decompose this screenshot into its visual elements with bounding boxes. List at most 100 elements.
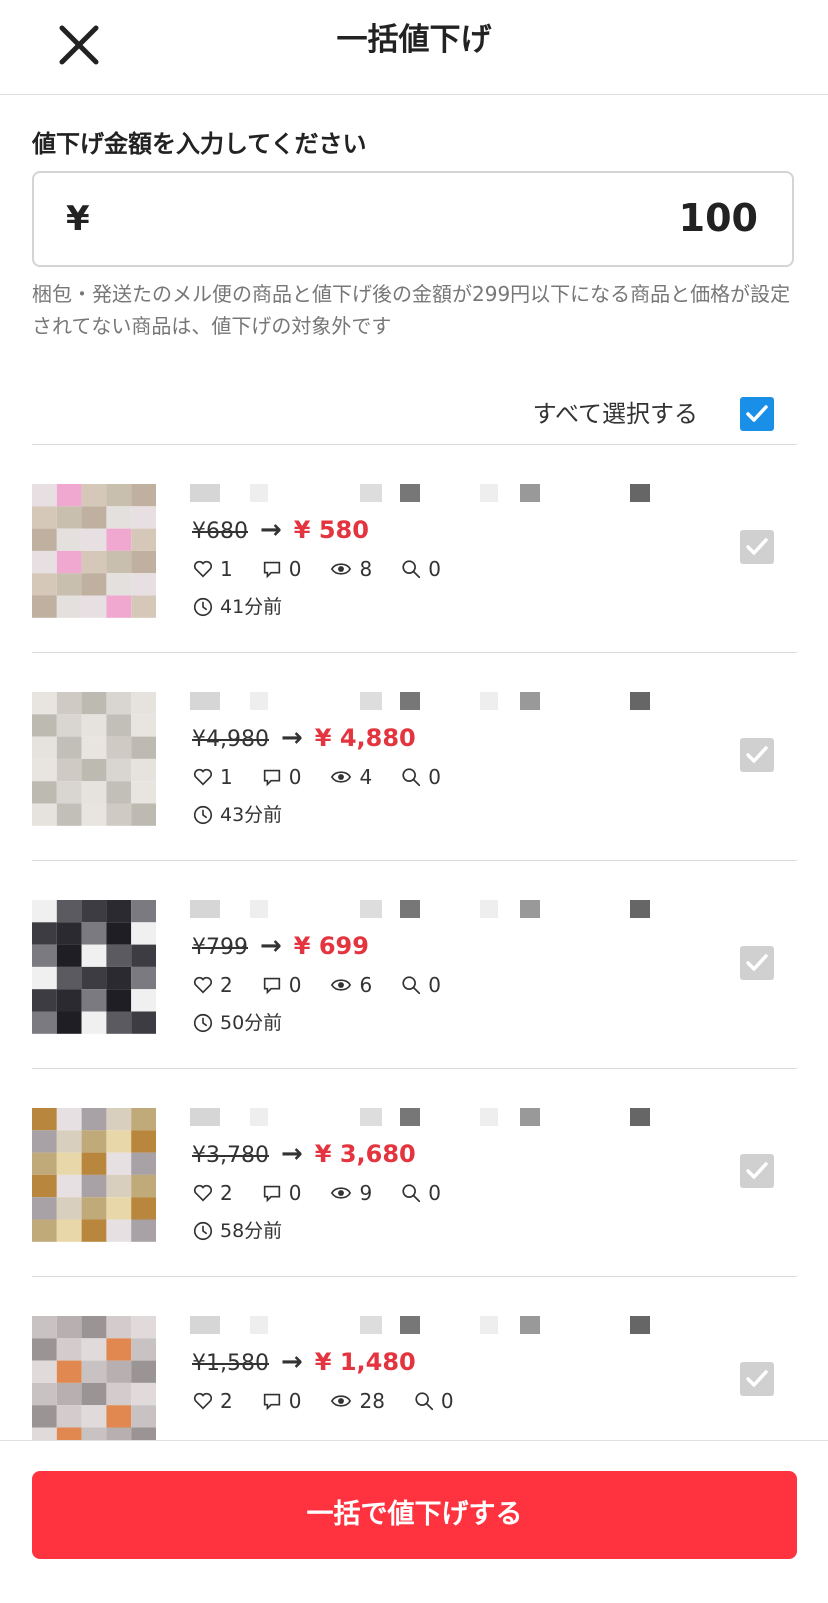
searches-count: 0: [428, 765, 441, 789]
comment-icon: [263, 977, 280, 995]
select-all-checkbox[interactable]: [740, 397, 774, 431]
new-price: ¥ 3,680: [314, 1140, 416, 1168]
searches-stat: 0: [400, 762, 441, 792]
views-count: 28: [359, 1389, 385, 1413]
listed-time: 58分前: [192, 1216, 282, 1246]
likes-count: 1: [220, 765, 233, 789]
checkmark-icon: [746, 405, 768, 422]
clock-icon: [193, 597, 213, 617]
likes-count: 2: [220, 1181, 233, 1205]
eye-icon: [331, 979, 352, 991]
arrow-right-icon: →: [280, 1139, 303, 1169]
divider: [32, 444, 797, 445]
views-stat: 6: [329, 970, 372, 1000]
heart-icon: [193, 560, 213, 578]
divider: [32, 1068, 797, 1069]
clock-icon: [193, 1013, 213, 1033]
page-title: 一括値下げ: [336, 22, 492, 58]
amount-label: 値下げ金額を入力してください: [32, 130, 367, 158]
item-thumbnail: [32, 484, 156, 618]
item-thumbnail: [32, 900, 156, 1034]
currency-symbol: ¥: [66, 199, 90, 239]
search-icon: [402, 560, 421, 579]
item-checkbox[interactable]: [740, 738, 774, 772]
likes-stat: 1: [192, 554, 233, 584]
likes-count: 1: [220, 557, 233, 581]
heart-icon: [193, 1184, 213, 1202]
item-stats: 2 0 9 0: [192, 1178, 441, 1208]
item-checkbox[interactable]: [740, 530, 774, 564]
searches-count: 0: [440, 1389, 454, 1413]
divider: [32, 1276, 797, 1277]
heart-icon: [193, 976, 213, 994]
footer: 一括で値下げする: [0, 1440, 828, 1603]
time-text: 41分前: [220, 596, 283, 618]
item-checkbox[interactable]: [740, 1154, 774, 1188]
amount-input[interactable]: ¥ 100: [32, 171, 794, 267]
time-text: 43分前: [220, 804, 283, 826]
time-text: 50分前: [220, 1012, 283, 1034]
select-all-label[interactable]: すべて選択する: [533, 394, 698, 434]
arrow-right-icon: →: [280, 1347, 303, 1377]
item-checkbox[interactable]: [740, 946, 774, 980]
item-stats: 1 0 4 0: [192, 762, 441, 792]
searches-count: 0: [428, 973, 441, 997]
searches-count: 0: [428, 557, 441, 581]
eye-icon: [331, 563, 352, 575]
views-count: 6: [359, 973, 373, 997]
comments-count: 0: [288, 1181, 302, 1205]
checkmark-icon: [746, 746, 768, 763]
search-icon: [402, 768, 421, 787]
search-icon: [402, 976, 421, 995]
new-price: ¥ 580: [293, 516, 369, 544]
listed-time: 41分前: [192, 592, 282, 622]
comment-icon: [263, 561, 280, 579]
comment-icon: [263, 1185, 280, 1203]
likes-stat: 2: [192, 1386, 233, 1416]
item-title-blurred: [190, 900, 650, 918]
original-price: ¥4,980: [192, 727, 269, 752]
likes-count: 2: [220, 1389, 233, 1413]
new-price: ¥ 1,480: [314, 1348, 416, 1376]
views-count: 8: [359, 557, 373, 581]
searches-count: 0: [428, 1181, 441, 1205]
divider: [32, 860, 797, 861]
item-stats: 1 0 8 0: [192, 554, 441, 584]
eye-icon: [331, 1187, 352, 1199]
comments-count: 0: [288, 765, 302, 789]
searches-stat: 0: [400, 1178, 441, 1208]
item-stats: 2 0 28 0: [192, 1386, 454, 1416]
eye-icon: [331, 771, 352, 783]
item-thumbnail: [32, 1108, 156, 1242]
comments-count: 0: [288, 973, 302, 997]
likes-count: 2: [220, 973, 233, 997]
item-checkbox[interactable]: [740, 1362, 774, 1396]
item-thumbnail: [32, 692, 156, 826]
listed-time: 50分前: [192, 1008, 282, 1038]
checkmark-icon: [746, 1162, 768, 1179]
price-change: ¥1,580 → ¥ 1,480: [192, 1346, 416, 1380]
heart-icon: [193, 768, 213, 786]
item-stats: 2 0 6 0: [192, 970, 441, 1000]
clock-icon: [193, 1221, 213, 1241]
amount-value[interactable]: 100: [679, 195, 758, 241]
price-change: ¥4,980 → ¥ 4,880: [192, 722, 416, 756]
price-change: ¥3,780 → ¥ 3,680: [192, 1138, 416, 1172]
views-stat: 9: [329, 1178, 372, 1208]
time-text: 58分前: [220, 1220, 283, 1242]
new-price: ¥ 4,880: [314, 724, 416, 752]
arrow-right-icon: →: [280, 723, 303, 753]
comments-count: 0: [288, 557, 302, 581]
new-price: ¥ 699: [293, 932, 369, 960]
item-thumbnail: [32, 1316, 156, 1450]
eye-icon: [331, 1395, 352, 1407]
bulk-price-drop-button[interactable]: 一括で値下げする: [32, 1471, 797, 1559]
searches-stat: 0: [400, 970, 441, 1000]
header: 一括値下げ: [0, 0, 828, 95]
original-price: ¥3,780: [192, 1143, 269, 1168]
heart-icon: [193, 1392, 213, 1410]
comment-icon: [263, 769, 280, 787]
views-stat: 28: [329, 1386, 385, 1416]
item-title-blurred: [190, 1316, 650, 1334]
comments-count: 0: [288, 1389, 302, 1413]
